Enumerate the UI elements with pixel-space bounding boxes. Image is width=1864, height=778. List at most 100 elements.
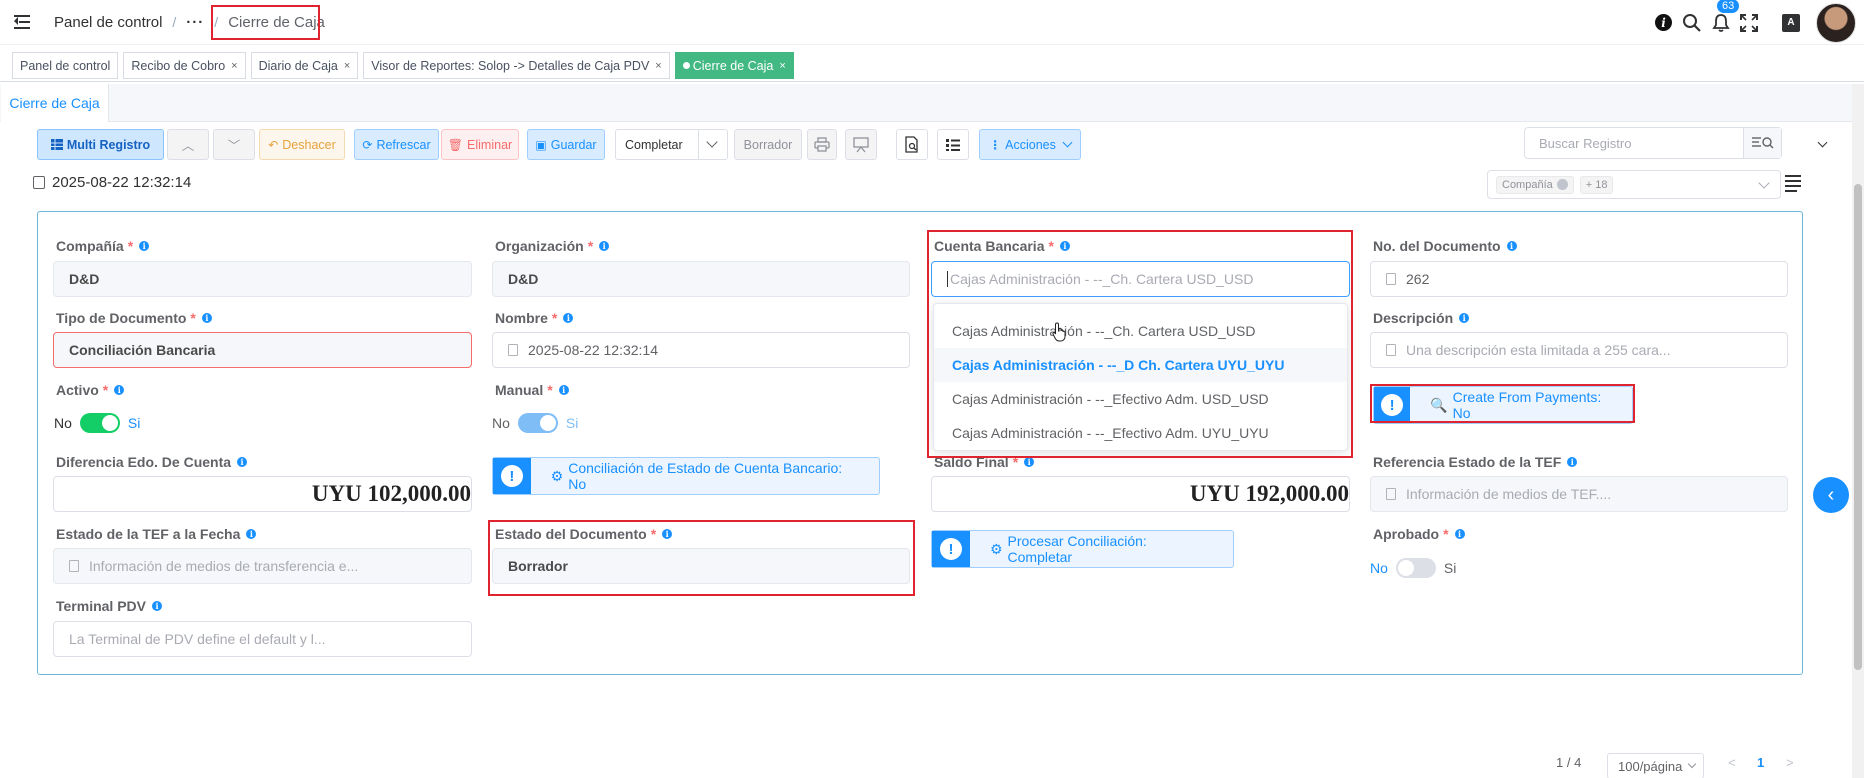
dropdown-option[interactable]: Cajas Administración - --_Efectivo Adm. … <box>934 382 1347 416</box>
filter-chip[interactable]: Compañía <box>1496 175 1574 194</box>
close-icon[interactable]: × <box>344 60 350 72</box>
chevron-left-icon: ‹ <box>1827 483 1835 506</box>
current-page[interactable]: 1 <box>1757 755 1764 770</box>
table-icon <box>50 139 63 150</box>
delete-button[interactable]: 🗑 Eliminar <box>441 129 519 160</box>
ending-balance-label: Saldo Final * i <box>934 454 1035 470</box>
description-label: Descripción i <box>1373 310 1470 326</box>
user-avatar[interactable] <box>1816 2 1856 43</box>
doc-type-field[interactable]: Conciliación Bancaria <box>53 332 472 368</box>
eft-ref-label: Referencia Estado de la TEF i <box>1373 454 1578 470</box>
language-icon[interactable]: A <box>1782 13 1800 32</box>
gear-icon: ⚙ <box>989 540 1003 557</box>
collapse-panel-button[interactable]: ‹ <box>1813 477 1849 513</box>
record-counter: 1 / 4 <box>1556 755 1582 770</box>
org-label: Organización * i <box>495 238 610 254</box>
save-button[interactable]: ▣ Guardar <box>527 129 605 160</box>
list-view-button[interactable] <box>937 129 969 160</box>
process-reconciliation-button[interactable]: ! ⚙ Procesar Conciliación: Completar <box>931 530 1234 568</box>
vertical-scrollbar[interactable] <box>1852 84 1864 778</box>
breadcrumb-root[interactable]: Panel de control <box>54 14 162 31</box>
breadcrumb-more[interactable]: ··· <box>186 14 204 31</box>
tab-cierre-de-caja[interactable]: Cierre de Caja × <box>674 52 794 79</box>
document-action-select[interactable]: Completar <box>615 129 728 160</box>
alert-icon: ! <box>939 538 962 560</box>
org-field[interactable]: D&D <box>492 261 910 297</box>
bank-account-select[interactable]: Cajas Administración - --_Ch. Cartera US… <box>931 261 1350 297</box>
tab-cierre-de-caja-panel[interactable]: Cierre de Caja <box>1 84 109 122</box>
presentation-icon <box>853 136 869 152</box>
dropdown-option[interactable]: Cajas Administración - --_Ch. Cartera US… <box>934 314 1347 348</box>
company-label: Compañía * i <box>56 238 150 254</box>
manual-switch-row: No Si <box>492 413 579 433</box>
dropdown-option-selected[interactable]: Cajas Administración - --_D Ch. Cartera … <box>934 348 1347 382</box>
bell-icon[interactable] <box>1712 13 1730 33</box>
multi-record-button[interactable]: Multi Registro <box>37 129 164 160</box>
printer-icon <box>814 137 830 152</box>
scrollbar-thumb[interactable] <box>1854 184 1862 670</box>
actions-menu-button[interactable]: ⋮ Acciones <box>979 129 1081 160</box>
name-field[interactable]: 2025-08-22 12:32:14 <box>492 332 910 368</box>
pos-field[interactable]: La Terminal de PDV define el default y l… <box>53 621 472 657</box>
refresh-button[interactable]: ⟳ Refrescar <box>354 129 439 160</box>
dropdown-option[interactable]: Cajas Administración - --_Efectivo Adm. … <box>934 416 1347 450</box>
next-page-button[interactable]: > <box>1786 755 1794 770</box>
reconcile-statement-button[interactable]: ! ⚙ Conciliación de Estado de Cuenta Banc… <box>492 457 880 495</box>
field-list-icon[interactable] <box>1785 175 1801 192</box>
menu-toggle-icon[interactable] <box>14 14 34 30</box>
document-icon <box>1386 273 1396 285</box>
alert-icon: ! <box>1381 394 1404 416</box>
approved-toggle[interactable] <box>1395 558 1436 578</box>
preview-button[interactable] <box>896 129 928 160</box>
page-size-select[interactable]: 100/página <box>1607 753 1704 778</box>
manual-toggle[interactable] <box>517 413 558 433</box>
eft-ref-field[interactable]: Información de medios de TEF.... <box>1370 476 1788 512</box>
print-button[interactable] <box>807 129 837 160</box>
record-search <box>1524 127 1782 159</box>
next-record-button[interactable]: ﹀ <box>213 129 255 160</box>
report-button[interactable] <box>845 129 877 160</box>
search-input[interactable] <box>1525 128 1743 158</box>
previous-record-button[interactable]: ︿ <box>167 129 209 160</box>
company-field[interactable]: D&D <box>53 261 472 297</box>
field-filter-select[interactable]: Compañía + 18 <box>1487 170 1781 199</box>
active-toggle[interactable] <box>79 413 120 433</box>
statement-diff-label: Diferencia Edo. De Cuenta i <box>56 454 248 470</box>
document-search-icon <box>905 136 918 153</box>
eft-date-label: Estado de la TEF a la Fecha i <box>56 526 257 542</box>
info-icon[interactable]: i <box>1655 14 1672 31</box>
tab-recibo-de-cobro[interactable]: Recibo de Cobro × <box>123 52 246 79</box>
document-icon <box>33 176 45 189</box>
fullscreen-icon[interactable] <box>1740 13 1758 32</box>
gear-icon: ⚙ <box>550 467 564 484</box>
create-from-payments-button[interactable]: ! 🔍 Create From Payments: No <box>1373 386 1633 424</box>
document-icon <box>69 560 79 572</box>
search-button[interactable] <box>1743 128 1781 158</box>
close-icon[interactable]: × <box>231 60 237 72</box>
description-field[interactable]: Una descripción esta limitada a 255 cara… <box>1370 332 1788 368</box>
hand-cursor-icon <box>1052 322 1066 342</box>
close-icon[interactable]: × <box>779 60 785 72</box>
bank-account-label: Cuenta Bancaria * i <box>934 238 1070 254</box>
breadcrumb-separator: / <box>214 14 219 30</box>
undo-button[interactable]: ↶ Deshacer <box>259 129 345 160</box>
tab-visor-de-reportes[interactable]: Visor de Reportes: Solop -> Detalles de … <box>363 52 670 79</box>
chevron-down-icon[interactable] <box>1817 137 1828 148</box>
manual-label: Manual * i <box>495 382 569 398</box>
ending-balance-field[interactable]: UYU 192,000.00 <box>931 476 1350 512</box>
statement-diff-field[interactable]: UYU 102,000.00 <box>53 476 472 512</box>
doc-status-field[interactable]: Borrador <box>492 548 910 584</box>
text-caret <box>947 271 948 287</box>
info-icon: i <box>1459 313 1470 323</box>
tab-panel-de-control[interactable]: Panel de control <box>12 52 119 79</box>
tab-diario-de-caja[interactable]: Diario de Caja × <box>250 52 359 79</box>
close-icon[interactable]: × <box>655 60 661 72</box>
eft-date-field[interactable]: Información de medios de transferencia e… <box>53 548 472 584</box>
doc-no-field[interactable]: 262 <box>1370 261 1788 297</box>
search-icon[interactable] <box>1682 13 1702 33</box>
info-icon: i <box>1506 241 1517 251</box>
remove-chip-icon[interactable] <box>1556 179 1568 190</box>
draft-button[interactable]: Borrador <box>734 129 802 160</box>
prev-page-button[interactable]: < <box>1728 755 1736 770</box>
active-switch-row: No Si <box>54 413 141 433</box>
